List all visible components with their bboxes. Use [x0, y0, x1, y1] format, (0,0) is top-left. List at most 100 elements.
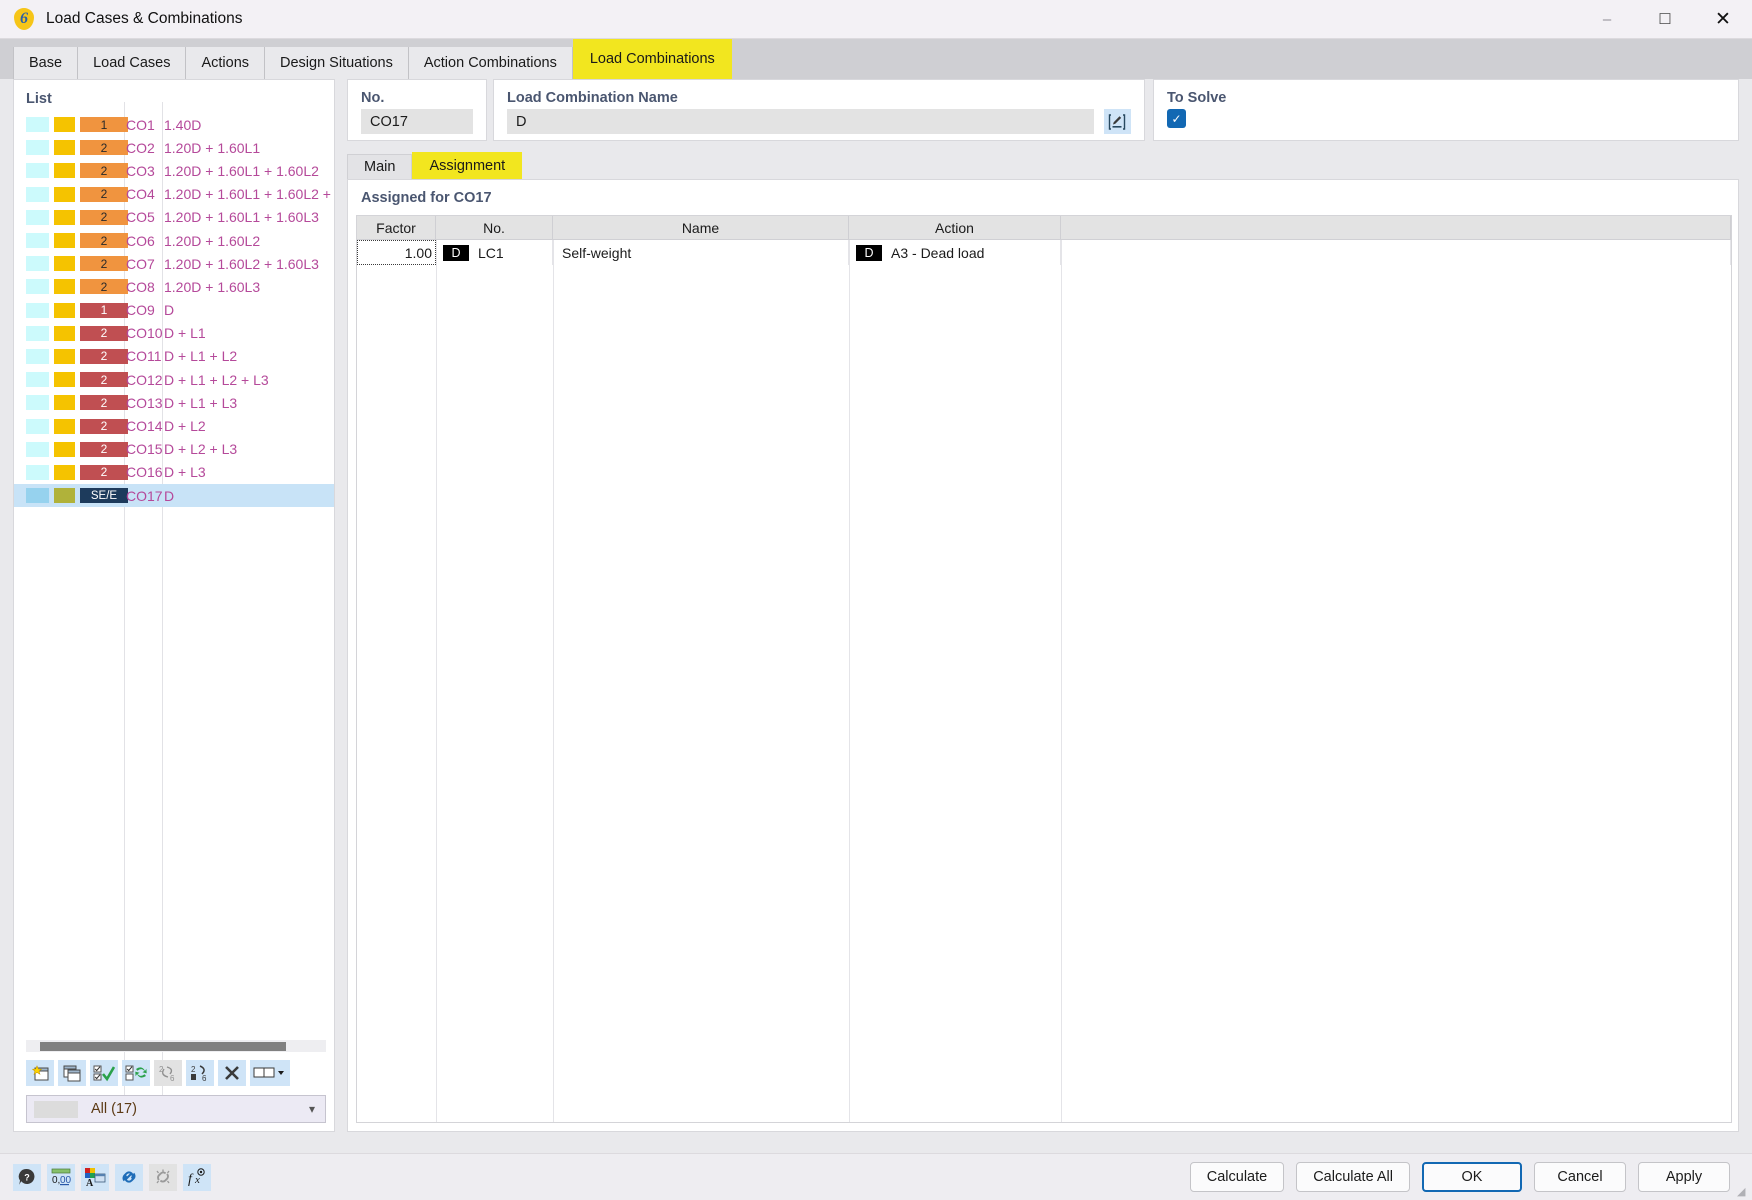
list-item[interactable]: SE/E CO17 D: [14, 484, 334, 508]
detail-tab-bar: Main Assignment: [347, 152, 1739, 179]
list-item[interactable]: 2 CO2 1.20D + 1.60L1: [14, 136, 334, 159]
minimize-button[interactable]: –: [1578, 0, 1636, 39]
calculate-button[interactable]: Calculate: [1189, 1162, 1285, 1192]
list-item-no: CO1: [126, 116, 155, 133]
cell-factor[interactable]: 1.00: [357, 240, 436, 265]
select-all-button[interactable]: [90, 1060, 118, 1086]
list-item-description: 1.40D: [164, 116, 202, 133]
assigned-for-title: Assigned for CO17: [361, 190, 492, 206]
filter-label: All (17): [91, 1101, 137, 1117]
list-item-no: CO4: [126, 186, 155, 203]
list-item-no: CO10: [126, 325, 163, 342]
table-row[interactable]: 1.00 D LC1 Self-weight D A3 - Dead load: [357, 240, 1731, 265]
list-item-badge: 2: [80, 441, 128, 457]
list-item[interactable]: 2 CO14 D + L2: [14, 414, 334, 437]
list-item-description: 1.20D + 1.60L1: [164, 139, 261, 156]
list-item[interactable]: 2 CO10 D + L1: [14, 322, 334, 345]
cell-action[interactable]: D A3 - Dead load: [849, 240, 1061, 265]
tab-load-combinations[interactable]: Load Combinations: [572, 39, 732, 79]
dialog-footer: ? 0, 00 A f x Calculate Calculate All OK…: [0, 1153, 1752, 1200]
column-header-factor[interactable]: Factor: [357, 216, 436, 239]
calculate-all-button[interactable]: Calculate All: [1296, 1162, 1410, 1192]
no-input[interactable]: CO17: [361, 109, 473, 134]
invert-selection-button[interactable]: [122, 1060, 150, 1086]
ok-button[interactable]: OK: [1422, 1162, 1522, 1192]
load-combination-list: 1 CO1 1.40D 2 CO2 1.20D + 1.60L1 2 CO3 1.20D + 1…: [14, 113, 334, 508]
list-item[interactable]: 2 CO15 D + L2 + L3: [14, 438, 334, 461]
renumber-sequential-button[interactable]: 2 6: [186, 1060, 214, 1086]
view-split-button[interactable]: [250, 1060, 290, 1086]
close-button[interactable]: ✕: [1694, 0, 1752, 39]
list-item[interactable]: 2 CO13 D + L1 + L3: [14, 391, 334, 414]
list-item-color-swatch-1: [26, 395, 49, 411]
tab-design-situations[interactable]: Design Situations: [265, 47, 409, 79]
list-item[interactable]: 1 CO1 1.40D: [14, 113, 334, 136]
list-item-color-swatch-1: [26, 186, 49, 202]
formula-icon[interactable]: f x: [183, 1163, 211, 1191]
list-item-no: CO16: [126, 464, 163, 481]
apply-button[interactable]: Apply: [1638, 1162, 1730, 1192]
column-header-empty[interactable]: [1061, 216, 1731, 239]
list-item[interactable]: 2 CO5 1.20D + 1.60L1 + 1.60L3: [14, 206, 334, 229]
maximize-button[interactable]: ☐: [1636, 0, 1694, 39]
cancel-button[interactable]: Cancel: [1534, 1162, 1626, 1192]
cell-empty[interactable]: [1061, 240, 1731, 265]
list-item[interactable]: 2 CO3 1.20D + 1.60L1 + 1.60L2: [14, 159, 334, 182]
list-item-description: D + L1 + L2 + L3: [164, 371, 269, 388]
column-header-action[interactable]: Action: [849, 216, 1061, 239]
list-item-no: CO14: [126, 418, 163, 435]
chevron-down-icon: ▾: [308, 1102, 315, 1116]
delete-button[interactable]: [218, 1060, 246, 1086]
cell-no-label: LC1: [478, 244, 504, 261]
list-item-color-swatch-2: [54, 279, 75, 295]
link-icon[interactable]: [115, 1163, 143, 1191]
list-item[interactable]: 1 CO9 D: [14, 299, 334, 322]
tab-assignment[interactable]: Assignment: [412, 152, 523, 179]
column-header-no[interactable]: No.: [436, 216, 553, 239]
colors-and-fonts-icon[interactable]: A: [81, 1163, 109, 1191]
number-format-icon[interactable]: 0, 00: [47, 1163, 75, 1191]
list-item-color-swatch-2: [54, 233, 75, 249]
list-item-badge: SE/E: [80, 488, 128, 504]
list-item-color-swatch-2: [54, 395, 75, 411]
list-item[interactable]: 2 CO8 1.20D + 1.60L3: [14, 275, 334, 298]
list-item-badge: 2: [80, 279, 128, 295]
renumber-button[interactable]: 2 6: [154, 1060, 182, 1086]
list-item-badge: 2: [80, 209, 128, 225]
edit-name-icon[interactable]: [1104, 109, 1131, 134]
help-icon[interactable]: ?: [13, 1163, 41, 1191]
list-item-badge: 2: [80, 348, 128, 364]
to-solve-checkbox[interactable]: ✓: [1167, 109, 1186, 128]
cell-name[interactable]: Self-weight: [553, 240, 849, 265]
list-item-color-swatch-2: [54, 441, 75, 457]
tab-base[interactable]: Base: [13, 47, 79, 79]
list-item[interactable]: 2 CO11 D + L1 + L2: [14, 345, 334, 368]
copy-load-combination-button[interactable]: [58, 1060, 86, 1086]
dialog-content: List 1 CO1 1.40D 2 CO2 1.20D + 1.60L1 2 CO3 1.20…: [0, 79, 1752, 1153]
tab-action-combinations[interactable]: Action Combinations: [408, 47, 573, 79]
cell-no[interactable]: D LC1: [436, 240, 553, 265]
new-load-combination-button[interactable]: [26, 1060, 54, 1086]
list-scrollbar-thumb[interactable]: [40, 1042, 286, 1051]
tab-load-cases[interactable]: Load Cases: [78, 47, 187, 79]
tab-actions[interactable]: Actions: [186, 47, 266, 79]
list-item[interactable]: 2 CO7 1.20D + 1.60L2 + 1.60L3: [14, 252, 334, 275]
list-item-description: D + L1 + L2: [164, 348, 238, 365]
load-combination-name-input[interactable]: D: [507, 109, 1095, 134]
list-item[interactable]: 2 CO12 D + L1 + L2 + L3: [14, 368, 334, 391]
resize-grip-icon[interactable]: ◢: [1737, 1185, 1749, 1198]
unlink-icon[interactable]: [149, 1163, 177, 1191]
list-item-no: CO3: [126, 162, 155, 179]
list-item-description: D + L2 + L3: [164, 441, 238, 458]
list-panel: List 1 CO1 1.40D 2 CO2 1.20D + 1.60L1 2 CO3 1.20…: [13, 79, 335, 1132]
list-item[interactable]: 2CO4 1.20D + 1.60L1 + 1.60L2 + 1.6: [14, 183, 334, 206]
action-badge: D: [856, 244, 882, 261]
to-solve-groupbox: To Solve ✓: [1153, 79, 1739, 141]
list-item[interactable]: 2 CO16 D + L3: [14, 461, 334, 484]
list-filter-dropdown[interactable]: All (17) ▾: [26, 1095, 326, 1123]
column-header-name[interactable]: Name: [553, 216, 849, 239]
name-groupbox: Load Combination Name D: [493, 79, 1145, 141]
list-item[interactable]: 2 CO6 1.20D + 1.60L2: [14, 229, 334, 252]
tab-main[interactable]: Main: [347, 154, 413, 179]
table-grid-lines: [357, 240, 1731, 1122]
